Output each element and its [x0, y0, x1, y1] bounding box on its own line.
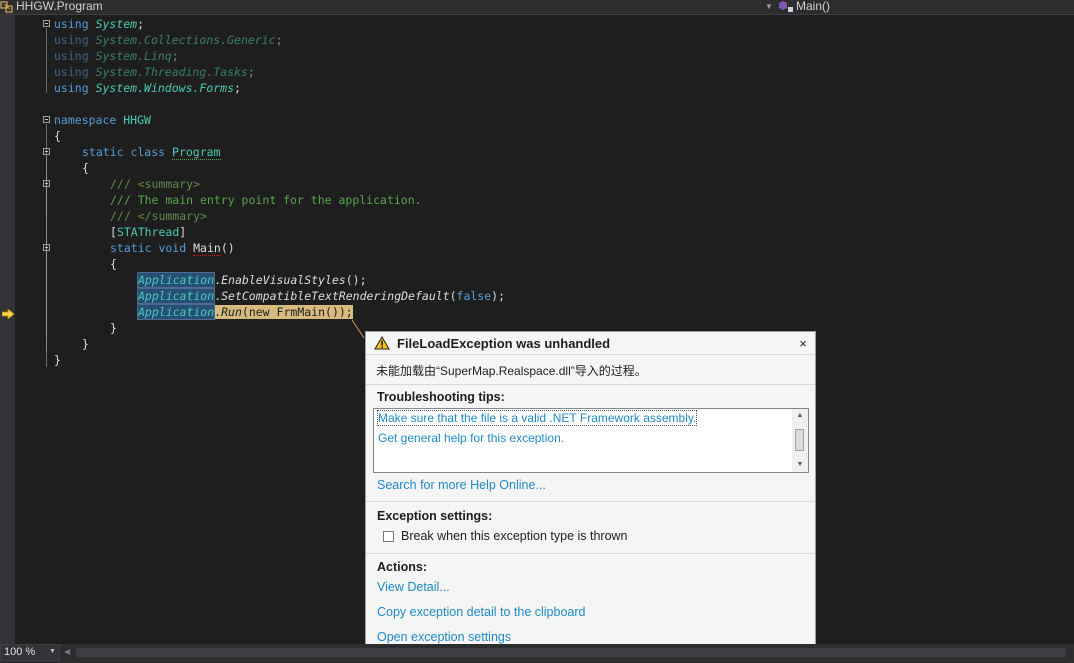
outline-guide	[46, 188, 47, 218]
divider	[366, 553, 815, 554]
collapse-icon[interactable]	[43, 180, 50, 187]
code-line: using System;	[54, 17, 145, 31]
exception-header: FileLoadException was unhandled ×	[366, 332, 815, 354]
current-statement-line: Application.Run(new FrmMain());	[136, 304, 353, 320]
chevron-down-icon[interactable]: ▼	[49, 648, 56, 655]
code-line: [STAThread]	[110, 225, 187, 239]
exception-title: FileLoadException was unhandled	[397, 336, 611, 351]
collapse-icon[interactable]	[43, 116, 50, 123]
scroll-left-icon[interactable]: ◀	[64, 647, 70, 656]
glyph-margin[interactable]	[0, 15, 15, 644]
code-line: Application.EnableVisualStyles();	[136, 272, 367, 288]
chevron-down-icon[interactable]: ▼	[764, 0, 774, 14]
open-exception-settings-link[interactable]: Open exception settings	[377, 630, 511, 644]
exception-settings-heading: Exception settings:	[377, 509, 493, 523]
code-line: using System.Linq;	[54, 49, 179, 63]
exception-message: 未能加载由“SuperMap.Realspace.dll”导入的过程。	[376, 364, 647, 378]
code-line: /// </summary>	[110, 209, 207, 223]
code-line: Application.SetCompatibleTextRenderingDe…	[136, 288, 506, 304]
zoom-level: 100 %	[4, 646, 36, 658]
navigation-bar: HHGW.Program ▼ Main()	[0, 0, 1074, 15]
collapse-icon[interactable]	[43, 244, 50, 251]
warning-icon	[374, 336, 390, 350]
divider	[366, 501, 815, 502]
tip-link-general-help[interactable]: Get general help for this exception.	[378, 431, 564, 445]
code-line: static void Main()	[110, 241, 235, 256]
view-detail-link[interactable]: View Detail...	[377, 580, 450, 594]
scroll-down-icon[interactable]: ▼	[792, 458, 808, 472]
code-line: using System.Windows.Forms;	[54, 81, 241, 95]
scroll-thumb[interactable]	[795, 429, 804, 451]
code-line: using System.Collections.Generic;	[54, 33, 283, 47]
code-line: /// <summary>	[110, 177, 201, 191]
code-line: {	[82, 161, 89, 175]
code-line: namespace HHGW	[54, 113, 151, 127]
zoom-dropdown[interactable]: 100 % ▼	[0, 644, 60, 661]
member-dropdown[interactable]: Main()	[778, 0, 830, 14]
method-icon	[778, 0, 796, 13]
troubleshooting-tips-list[interactable]: Make sure that the file is a valid .NET …	[373, 408, 809, 473]
tips-scrollbar[interactable]: ▲ ▼	[792, 409, 808, 472]
outline-guide	[46, 252, 47, 335]
exception-assistant: FileLoadException was unhandled × 未能加载由“…	[365, 331, 816, 657]
collapse-icon[interactable]	[43, 148, 50, 155]
code-line: static class Program	[82, 145, 221, 160]
copy-exception-detail-link[interactable]: Copy exception detail to the clipboard	[377, 605, 585, 619]
collapse-icon[interactable]	[43, 20, 50, 27]
class-icon	[0, 0, 16, 13]
divider	[366, 384, 815, 385]
break-when-thrown-checkbox[interactable]	[383, 531, 394, 542]
code-line: using System.Threading.Tasks;	[54, 65, 255, 79]
editor-status-bar: 100 % ▼ ◀	[0, 644, 1074, 663]
member-dropdown-label: Main()	[796, 0, 831, 13]
current-statement-arrow-icon[interactable]	[1, 306, 15, 320]
type-dropdown[interactable]: HHGW.Program	[0, 0, 103, 14]
type-dropdown-label: HHGW.Program	[16, 0, 103, 13]
code-line: {	[54, 129, 61, 143]
break-when-thrown-label[interactable]: Break when this exception type is thrown	[401, 529, 628, 543]
code-line: }	[54, 353, 61, 367]
scroll-up-icon[interactable]: ▲	[792, 409, 808, 423]
code-line: {	[110, 257, 117, 271]
outline-guide	[46, 28, 47, 93]
divider	[366, 354, 815, 355]
troubleshooting-heading: Troubleshooting tips:	[377, 390, 505, 404]
actions-heading: Actions:	[377, 560, 427, 574]
code-line: }	[110, 321, 117, 335]
close-icon[interactable]: ×	[796, 336, 810, 351]
tip-link-valid-assembly[interactable]: Make sure that the file is a valid .NET …	[376, 410, 698, 426]
horizontal-scrollbar[interactable]	[76, 648, 1066, 657]
search-help-online-link[interactable]: Search for more Help Online...	[377, 478, 546, 492]
code-line: }	[82, 337, 89, 351]
code-line: /// The main entry point for the applica…	[110, 193, 422, 207]
exception-connector	[351, 319, 365, 339]
